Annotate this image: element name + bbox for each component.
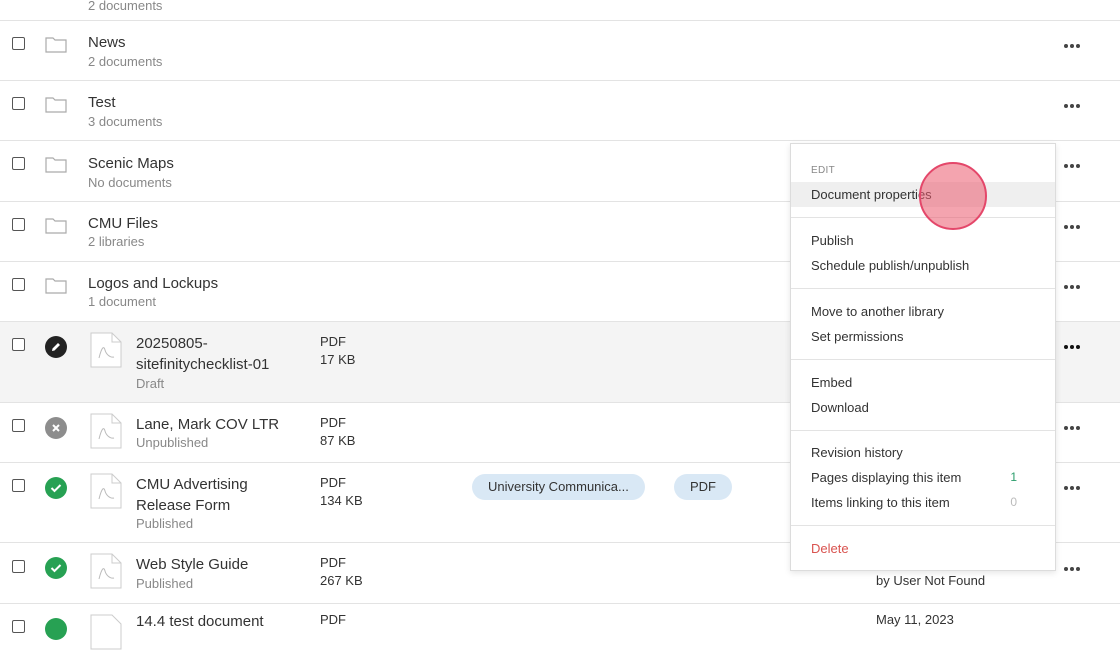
more-options-button[interactable] [1064, 220, 1080, 234]
menu-divider [791, 359, 1055, 360]
library-row[interactable]: News 2 documents [0, 21, 1120, 81]
menu-item-label: Items linking to this item [811, 495, 950, 510]
folder-icon [45, 216, 67, 239]
library-title[interactable]: CMU Files [88, 213, 158, 234]
folder-icon [45, 35, 67, 58]
more-options-button[interactable] [1064, 159, 1080, 173]
library-title[interactable]: Logos and Lockups [88, 273, 218, 294]
library-count: 3 documents [88, 114, 163, 129]
file-size: 87 KB [320, 433, 356, 448]
document-title[interactable]: CMU Advertising Release Form [136, 474, 248, 516]
more-options-button[interactable] [1064, 421, 1080, 435]
file-type: PDF [320, 555, 346, 570]
document-title-line2: sitefinitychecklist-01 [136, 356, 270, 373]
menu-item-publish[interactable]: Publish [791, 228, 1055, 253]
library-tag[interactable]: University Communica... [472, 474, 645, 500]
document-status: Draft [136, 376, 165, 391]
more-options-button[interactable] [1064, 99, 1080, 113]
row-checkbox[interactable] [12, 560, 25, 573]
document-title-line1: CMU Advertising [136, 476, 248, 493]
row-checkbox[interactable] [12, 278, 25, 291]
library-row[interactable]: Test 3 documents [0, 81, 1120, 141]
menu-divider [791, 288, 1055, 289]
folder-icon [45, 95, 67, 118]
folder-icon [45, 276, 67, 299]
document-title[interactable]: Lane, Mark COV LTR [136, 414, 279, 435]
library-count: No documents [88, 175, 172, 190]
more-options-button[interactable] [1064, 562, 1080, 576]
click-indicator [919, 162, 987, 230]
menu-item-download[interactable]: Download [791, 395, 1055, 420]
row-checkbox[interactable] [12, 97, 25, 110]
menu-item-label: Pages displaying this item [811, 470, 962, 485]
file-type: PDF [320, 334, 346, 349]
document-status: Published [136, 516, 194, 531]
more-options-button[interactable] [1064, 340, 1080, 354]
document-title[interactable]: 14.4 test document [136, 611, 264, 632]
more-options-button[interactable] [1064, 39, 1080, 53]
pencil-icon [45, 336, 67, 358]
library-count: 2 libraries [88, 234, 145, 249]
file-size: 134 KB [320, 493, 363, 508]
menu-item-schedule[interactable]: Schedule publish/unpublish [791, 253, 1055, 278]
document-meta: PDF 17 KB [320, 333, 355, 369]
document-title[interactable]: Web Style Guide [136, 554, 248, 575]
library-title[interactable]: News [88, 32, 126, 53]
pdf-file-icon [90, 614, 122, 655]
document-title[interactable]: 20250805- sitefinitychecklist-01 [136, 333, 269, 375]
menu-item-revision-history[interactable]: Revision history [791, 440, 1055, 465]
menu-item-move[interactable]: Move to another library [791, 299, 1055, 324]
check-icon [45, 618, 67, 640]
pdf-file-icon [90, 332, 122, 373]
menu-divider [791, 430, 1055, 431]
row-checkbox[interactable] [12, 218, 25, 231]
more-options-button[interactable] [1064, 280, 1080, 294]
menu-item-delete[interactable]: Delete [791, 536, 1055, 561]
check-icon [45, 557, 67, 579]
library-count: 1 document [88, 294, 156, 309]
items-count: 0 [1010, 495, 1017, 509]
file-type: PDF [320, 475, 346, 490]
pdf-file-icon [90, 473, 122, 514]
file-type: PDF [320, 415, 346, 430]
library-row[interactable]: 2 documents [0, 0, 1120, 21]
document-meta: PDF 267 KB [320, 554, 363, 590]
row-checkbox[interactable] [12, 419, 25, 432]
menu-item-pages-displaying[interactable]: Pages displaying this item 1 [791, 465, 1055, 490]
document-title-line1: 20250805- [136, 335, 208, 352]
row-checkbox[interactable] [12, 37, 25, 50]
pages-count: 1 [1010, 470, 1017, 484]
library-title[interactable]: Scenic Maps [88, 153, 174, 174]
menu-divider [791, 525, 1055, 526]
menu-section-header: EDIT [811, 165, 835, 176]
menu-divider [791, 217, 1055, 218]
row-checkbox[interactable] [12, 620, 25, 633]
document-status: Unpublished [136, 435, 209, 450]
document-status: Published [136, 576, 194, 591]
menu-item-set-permissions[interactable]: Set permissions [791, 324, 1055, 349]
more-options-button[interactable] [1064, 481, 1080, 495]
row-checkbox[interactable] [12, 157, 25, 170]
document-author: by User Not Found [876, 573, 986, 588]
library-count: 2 documents [88, 0, 163, 13]
file-type: PDF [320, 612, 346, 627]
row-checkbox[interactable] [12, 479, 25, 492]
document-meta: PDF 87 KB [320, 414, 355, 450]
document-meta: PDF 134 KB [320, 474, 363, 510]
document-row[interactable]: 14.4 test document PDF May 11, 2023 [0, 604, 1120, 650]
pdf-file-icon [90, 413, 122, 454]
menu-item-items-linking[interactable]: Items linking to this item 0 [791, 490, 1055, 515]
check-icon [45, 477, 67, 499]
file-size: 267 KB [320, 573, 363, 588]
row-checkbox[interactable] [12, 338, 25, 351]
folder-icon [45, 155, 67, 178]
library-count: 2 documents [88, 54, 163, 69]
library-title[interactable]: Test [88, 92, 116, 113]
menu-item-embed[interactable]: Embed [791, 370, 1055, 395]
document-title-line2: Release Form [136, 497, 231, 514]
pdf-file-icon [90, 553, 122, 594]
file-size: 17 KB [320, 352, 356, 367]
type-tag[interactable]: PDF [674, 474, 732, 500]
x-icon [45, 417, 67, 439]
